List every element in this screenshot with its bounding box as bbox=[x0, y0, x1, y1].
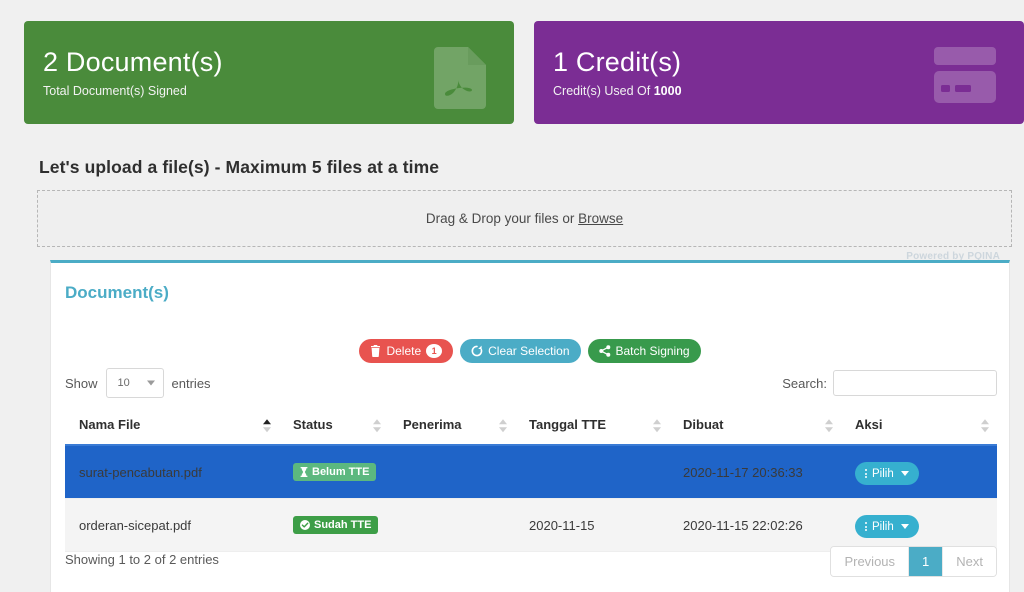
delete-count-badge: 1 bbox=[426, 344, 443, 358]
table-controls: Show 10 entries Search: bbox=[65, 368, 997, 402]
table-header-row: Nama File Status Penerima Tanggal TTE Di… bbox=[65, 409, 997, 446]
show-label: Show bbox=[65, 375, 98, 391]
clear-selection-button[interactable]: Clear Selection bbox=[460, 339, 581, 363]
search-input[interactable] bbox=[833, 370, 997, 396]
column-header-tanggal-tte[interactable]: Tanggal TTE bbox=[515, 409, 669, 446]
status-badge: Sudah TTE bbox=[293, 516, 379, 534]
pilih-button-label: Pilih bbox=[872, 467, 894, 480]
action-button-bar: Delete 1 Clear Selection Batch Signing bbox=[51, 339, 1009, 363]
cell-status: Sudah TTE bbox=[279, 498, 389, 552]
column-header-nama-file[interactable]: Nama File bbox=[65, 409, 279, 446]
credits-sublabel: Credit(s) Used Of 1000 bbox=[553, 84, 1000, 99]
dropzone-instruction: Drag & Drop your files or bbox=[425, 211, 579, 226]
check-circle-icon bbox=[300, 520, 310, 530]
kebab-menu-icon bbox=[865, 469, 867, 478]
column-label-dibuat: Dibuat bbox=[683, 417, 724, 432]
documents-table-wrap: Nama File Status Penerima Tanggal TTE Di… bbox=[65, 409, 997, 552]
documents-card-title: Document(s) bbox=[65, 283, 169, 302]
search-control: Search: bbox=[782, 370, 997, 396]
search-label: Search: bbox=[782, 375, 827, 391]
chevron-down-icon bbox=[900, 524, 909, 529]
cell-aksi: Pilih bbox=[841, 445, 997, 499]
table-row[interactable]: orderan-sicepat.pdf Sudah TTE 2020-11-15… bbox=[65, 498, 997, 552]
documents-table: Nama File Status Penerima Tanggal TTE Di… bbox=[65, 409, 997, 552]
column-header-dibuat[interactable]: Dibuat bbox=[669, 409, 841, 446]
clear-selection-label: Clear Selection bbox=[488, 344, 570, 358]
pagination-next[interactable]: Next bbox=[943, 547, 996, 576]
cell-nama-file: orderan-sicepat.pdf bbox=[65, 498, 279, 552]
upload-section-title: Let's upload a file(s) - Maximum 5 files… bbox=[39, 157, 440, 177]
table-row[interactable]: surat-pencabutan.pdf Belum TTE 2020-11-1… bbox=[65, 445, 997, 499]
cell-dibuat: 2020-11-17 20:36:33 bbox=[669, 445, 841, 499]
sort-arrows-tanggal-tte bbox=[653, 418, 661, 432]
credits-count: 1 Credit(s) bbox=[553, 47, 682, 77]
documents-sublabel-text: Total Document(s) Signed bbox=[43, 84, 187, 98]
pagination-previous[interactable]: Previous bbox=[831, 547, 910, 576]
show-entries-control: Show 10 entries bbox=[65, 368, 211, 398]
refresh-icon bbox=[471, 345, 483, 357]
pilih-dropdown-button[interactable]: Pilih bbox=[855, 462, 919, 485]
status-badge-label: Sudah TTE bbox=[314, 519, 372, 531]
column-label-nama-file: Nama File bbox=[79, 417, 141, 432]
file-dropzone[interactable]: Drag & Drop your files or Browse bbox=[37, 190, 1012, 247]
pdf-file-icon bbox=[434, 47, 486, 114]
column-label-aksi: Aksi bbox=[855, 417, 883, 432]
credits-sublabel-text: Credit(s) Used Of bbox=[553, 84, 654, 98]
column-label-status: Status bbox=[293, 417, 333, 432]
sort-arrows-dibuat bbox=[825, 418, 833, 432]
stat-card-documents: 2 Document(s) Total Document(s) Signed bbox=[24, 21, 514, 124]
cell-aksi: Pilih bbox=[841, 498, 997, 552]
pagination: Previous 1 Next bbox=[830, 546, 997, 577]
table-footer: Showing 1 to 2 of 2 entries Previous 1 N… bbox=[65, 546, 997, 580]
delete-button-label: Delete bbox=[386, 344, 422, 358]
cell-dibuat: 2020-11-15 22:02:26 bbox=[669, 498, 841, 552]
dropzone-text: Drag & Drop your files or Browse bbox=[426, 211, 623, 226]
pagination-page-1[interactable]: 1 bbox=[909, 547, 944, 576]
stat-card-credits: 1 Credit(s) Credit(s) Used Of 1000 bbox=[534, 21, 1024, 124]
batch-signing-label: Batch Signing bbox=[615, 344, 690, 358]
table-head: Nama File Status Penerima Tanggal TTE Di… bbox=[65, 409, 997, 446]
credits-total: 1000 bbox=[653, 84, 682, 98]
credit-card-icon bbox=[934, 47, 996, 108]
cell-status: Belum TTE bbox=[279, 445, 389, 499]
kebab-menu-icon bbox=[865, 522, 867, 531]
cell-penerima bbox=[389, 445, 515, 499]
column-label-penerima: Penerima bbox=[403, 417, 462, 432]
page-size-select[interactable]: 10 bbox=[105, 368, 164, 398]
status-badge-label: Belum TTE bbox=[312, 466, 370, 478]
pilih-dropdown-button[interactable]: Pilih bbox=[855, 515, 919, 538]
column-label-tanggal-tte: Tanggal TTE bbox=[529, 417, 607, 432]
sort-arrows-status bbox=[373, 418, 381, 432]
cell-tanggal-tte: 2020-11-15 bbox=[515, 498, 669, 552]
column-header-status[interactable]: Status bbox=[279, 409, 389, 446]
sort-arrows-nama-file bbox=[263, 418, 271, 432]
entries-label: entries bbox=[171, 375, 211, 391]
cell-tanggal-tte bbox=[515, 445, 669, 499]
share-icon bbox=[598, 345, 611, 357]
pilih-button-label: Pilih bbox=[872, 520, 894, 533]
hourglass-icon bbox=[300, 467, 308, 477]
trash-icon bbox=[370, 345, 381, 358]
page-size-value: 10 bbox=[117, 377, 130, 389]
page-root: 2 Document(s) Total Document(s) Signed 1… bbox=[0, 0, 1024, 592]
documents-sublabel: Total Document(s) Signed bbox=[43, 84, 490, 99]
chevron-down-icon bbox=[900, 471, 909, 476]
column-header-penerima[interactable]: Penerima bbox=[389, 409, 515, 446]
cell-nama-file: surat-pencabutan.pdf bbox=[65, 445, 279, 499]
column-header-aksi[interactable]: Aksi bbox=[841, 409, 997, 446]
batch-signing-button[interactable]: Batch Signing bbox=[587, 339, 701, 363]
browse-link[interactable]: Browse bbox=[578, 211, 623, 226]
stats-row: 2 Document(s) Total Document(s) Signed 1… bbox=[24, 21, 1024, 124]
table-body: surat-pencabutan.pdf Belum TTE 2020-11-1… bbox=[65, 445, 997, 552]
showing-entries-info: Showing 1 to 2 of 2 entries bbox=[65, 552, 219, 567]
sort-arrows-aksi bbox=[981, 418, 989, 432]
delete-button[interactable]: Delete 1 bbox=[359, 339, 454, 363]
documents-count: 2 Document(s) bbox=[43, 47, 223, 77]
sort-arrows-penerima bbox=[499, 418, 507, 432]
documents-card: Document(s) Delete 1 Clear Selection Bat… bbox=[50, 260, 1010, 592]
cell-penerima bbox=[389, 498, 515, 552]
status-badge: Belum TTE bbox=[293, 463, 377, 481]
chevron-down-icon bbox=[146, 380, 155, 386]
